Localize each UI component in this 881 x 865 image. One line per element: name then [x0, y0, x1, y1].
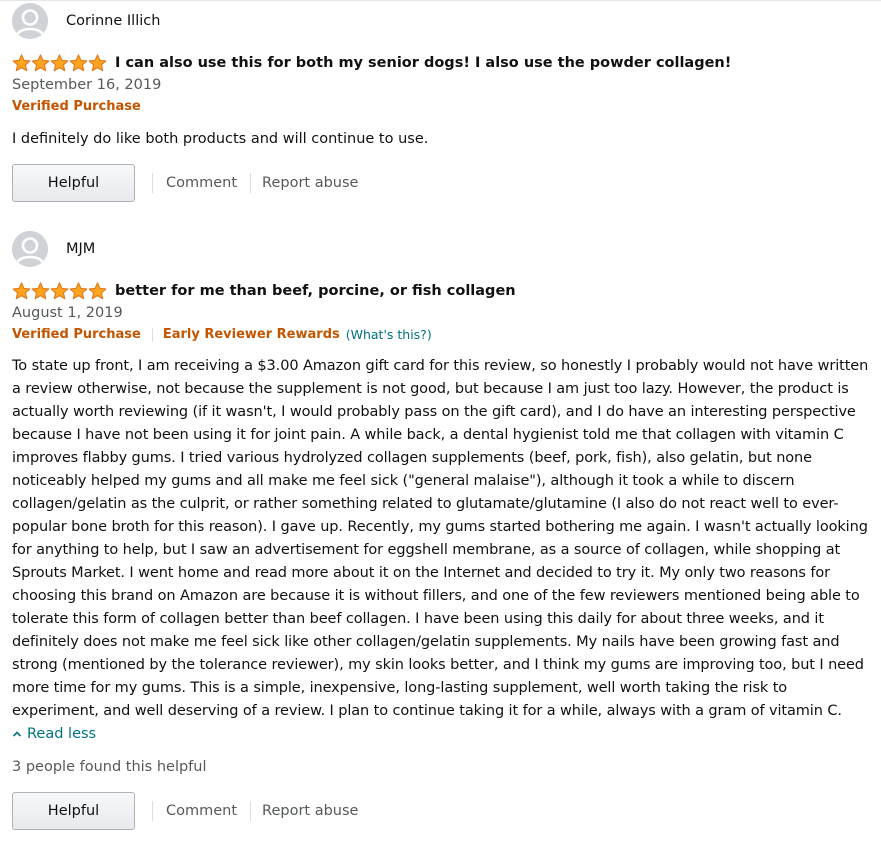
helpful-button[interactable]: Helpful — [12, 164, 135, 202]
star-rating[interactable] — [12, 54, 107, 72]
star-icon — [88, 54, 107, 72]
review-title-row: I can also use this for both my senior d… — [12, 53, 873, 73]
review-title-row: better for me than beef, porcine, or fis… — [12, 281, 873, 301]
star-icon — [12, 54, 31, 72]
star-icon — [12, 282, 31, 300]
verified-purchase-badge: Verified Purchase — [12, 99, 141, 114]
star-icon — [31, 282, 50, 300]
star-icon — [50, 282, 69, 300]
reviews-page: Corinne Illich I can also use this for b… — [0, 0, 881, 865]
early-reviewer-rewards-badge: Early Reviewer Rewards — [162, 327, 340, 342]
review-title[interactable]: better for me than beef, porcine, or fis… — [115, 283, 516, 299]
action-divider — [250, 173, 252, 193]
read-less-label[interactable]: Read less — [27, 726, 96, 742]
review-date: September 16, 2019 — [12, 77, 162, 93]
default-avatar-icon — [12, 231, 48, 267]
avatar[interactable] — [12, 3, 48, 39]
action-divider — [152, 801, 153, 821]
review-title[interactable]: I can also use this for both my senior d… — [115, 55, 731, 71]
review-body: To state up front, I am receiving a $3.0… — [12, 358, 869, 719]
review-body: I definitely do like both products and w… — [12, 131, 429, 147]
action-divider — [250, 801, 252, 821]
helpful-count-text: 3 people found this helpful — [12, 759, 207, 775]
star-icon — [88, 282, 107, 300]
report-abuse-link[interactable]: Report abuse — [262, 803, 358, 819]
review-badges: Verified Purchase — [12, 98, 873, 116]
whats-this-link[interactable]: (What's this?) — [346, 326, 432, 344]
review-card: MJM better for me than beef, porcine, or… — [12, 231, 873, 830]
badge-divider — [151, 328, 153, 342]
comment-link[interactable]: Comment — [166, 803, 237, 819]
report-abuse-link[interactable]: Report abuse — [262, 175, 358, 191]
star-rating[interactable] — [12, 282, 107, 300]
review-date: August 1, 2019 — [12, 305, 123, 321]
comment-link[interactable]: Comment — [166, 175, 237, 191]
action-divider — [152, 173, 153, 193]
star-icon — [31, 54, 50, 72]
review-card: Corinne Illich I can also use this for b… — [12, 3, 873, 202]
star-icon — [69, 282, 88, 300]
default-avatar-icon — [12, 3, 48, 39]
top-divider — [0, 0, 881, 1]
star-icon — [50, 54, 69, 72]
review-actions: Helpful Comment Report abuse — [12, 792, 873, 830]
reviewer-name[interactable]: MJM — [66, 241, 95, 257]
read-less-link[interactable]: Read less — [12, 723, 873, 745]
chevron-up-icon — [12, 731, 22, 737]
review-badges: Verified Purchase Early Reviewer Rewards… — [12, 326, 873, 344]
reviewer-profile[interactable]: MJM — [12, 231, 873, 267]
review-actions: Helpful Comment Report abuse — [12, 164, 873, 202]
avatar[interactable] — [12, 231, 48, 267]
verified-purchase-badge: Verified Purchase — [12, 327, 141, 342]
star-icon — [69, 54, 88, 72]
helpful-button[interactable]: Helpful — [12, 792, 135, 830]
reviewer-profile[interactable]: Corinne Illich — [12, 3, 873, 39]
reviewer-name[interactable]: Corinne Illich — [66, 13, 160, 29]
